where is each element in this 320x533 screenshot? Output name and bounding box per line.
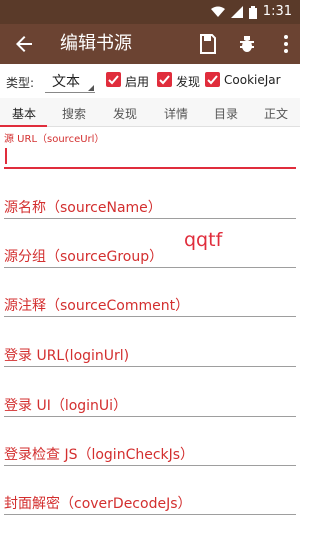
source-name-hint: 源名称（sourceName）: [4, 200, 162, 216]
signal-icon: [230, 6, 243, 18]
bug-icon[interactable]: [235, 32, 259, 56]
page-title: 编辑书源: [60, 33, 132, 54]
tab-discover[interactable]: 发现: [113, 105, 137, 122]
cover-decode-js-hint: 封面解密（coverDecodeJs）: [4, 496, 192, 512]
type-label: 类型:: [6, 76, 35, 90]
type-select-underline: [45, 92, 95, 93]
login-url-hint: 登录 URL(loginUrl): [4, 348, 130, 364]
text-cursor: [5, 148, 7, 164]
more-vert-icon[interactable]: [274, 32, 298, 56]
source-url-input[interactable]: [4, 167, 296, 169]
source-url-label: 源 URL（sourceUrl）: [4, 134, 105, 145]
source-group-field[interactable]: 源分组（sourceGroup）: [4, 246, 296, 268]
source-name-field[interactable]: 源名称（sourceName）: [4, 197, 296, 219]
cookiejar-checkbox[interactable]: [205, 72, 220, 87]
back-arrow-icon[interactable]: [12, 32, 36, 56]
cookiejar-label: CookieJar: [224, 73, 281, 87]
login-check-js-underline: [4, 465, 296, 466]
enabled-checkbox[interactable]: [106, 72, 121, 87]
tab-basic[interactable]: 基本: [12, 105, 36, 122]
status-bar: 1:31: [0, 0, 300, 24]
tab-indicator: [0, 125, 47, 127]
login-ui-underline: [4, 416, 296, 417]
enabled-label: 启用: [125, 75, 150, 89]
source-comment-underline: [4, 316, 296, 317]
wifi-icon: [210, 6, 225, 17]
source-group-hint: 源分组（sourceGroup）: [4, 249, 164, 265]
handwritten-annotation: qqtf: [184, 229, 223, 251]
login-ui-field[interactable]: 登录 UI（loginUi）: [4, 395, 296, 417]
battery-icon: [248, 5, 257, 19]
tab-bar: 基本 搜索 发现 详情 目录 正文: [0, 98, 300, 127]
status-time: 1:31: [262, 4, 292, 19]
save-icon[interactable]: [196, 32, 220, 56]
discover-label: 发现: [176, 75, 201, 89]
cover-decode-js-field[interactable]: 封面解密（coverDecodeJs）: [4, 493, 296, 515]
source-comment-field[interactable]: 源注释（sourceComment）: [4, 295, 296, 317]
discover-checkbox[interactable]: [157, 72, 172, 87]
login-check-js-field[interactable]: 登录检查 JS（loginCheckJs）: [4, 444, 296, 466]
app-bar: 编辑书源: [0, 24, 300, 64]
login-url-field[interactable]: 登录 URL(loginUrl): [4, 345, 296, 367]
type-select[interactable]: 文本: [52, 71, 80, 91]
login-ui-hint: 登录 UI（loginUi）: [4, 398, 128, 414]
login-url-underline: [4, 366, 296, 367]
cover-decode-js-underline: [4, 514, 296, 515]
source-comment-hint: 源注释（sourceComment）: [4, 298, 190, 314]
type-row: 类型: 文本 启用 发现 CookieJar: [0, 64, 300, 98]
login-check-js-hint: 登录检查 JS（loginCheckJs）: [4, 447, 195, 463]
tab-toc[interactable]: 目录: [214, 105, 238, 122]
dropdown-arrow-icon[interactable]: [86, 85, 94, 91]
source-group-underline: [4, 267, 296, 268]
tab-content[interactable]: 正文: [264, 105, 288, 122]
source-name-underline: [4, 218, 296, 219]
tab-search[interactable]: 搜索: [62, 105, 86, 122]
tab-detail[interactable]: 详情: [164, 105, 188, 122]
